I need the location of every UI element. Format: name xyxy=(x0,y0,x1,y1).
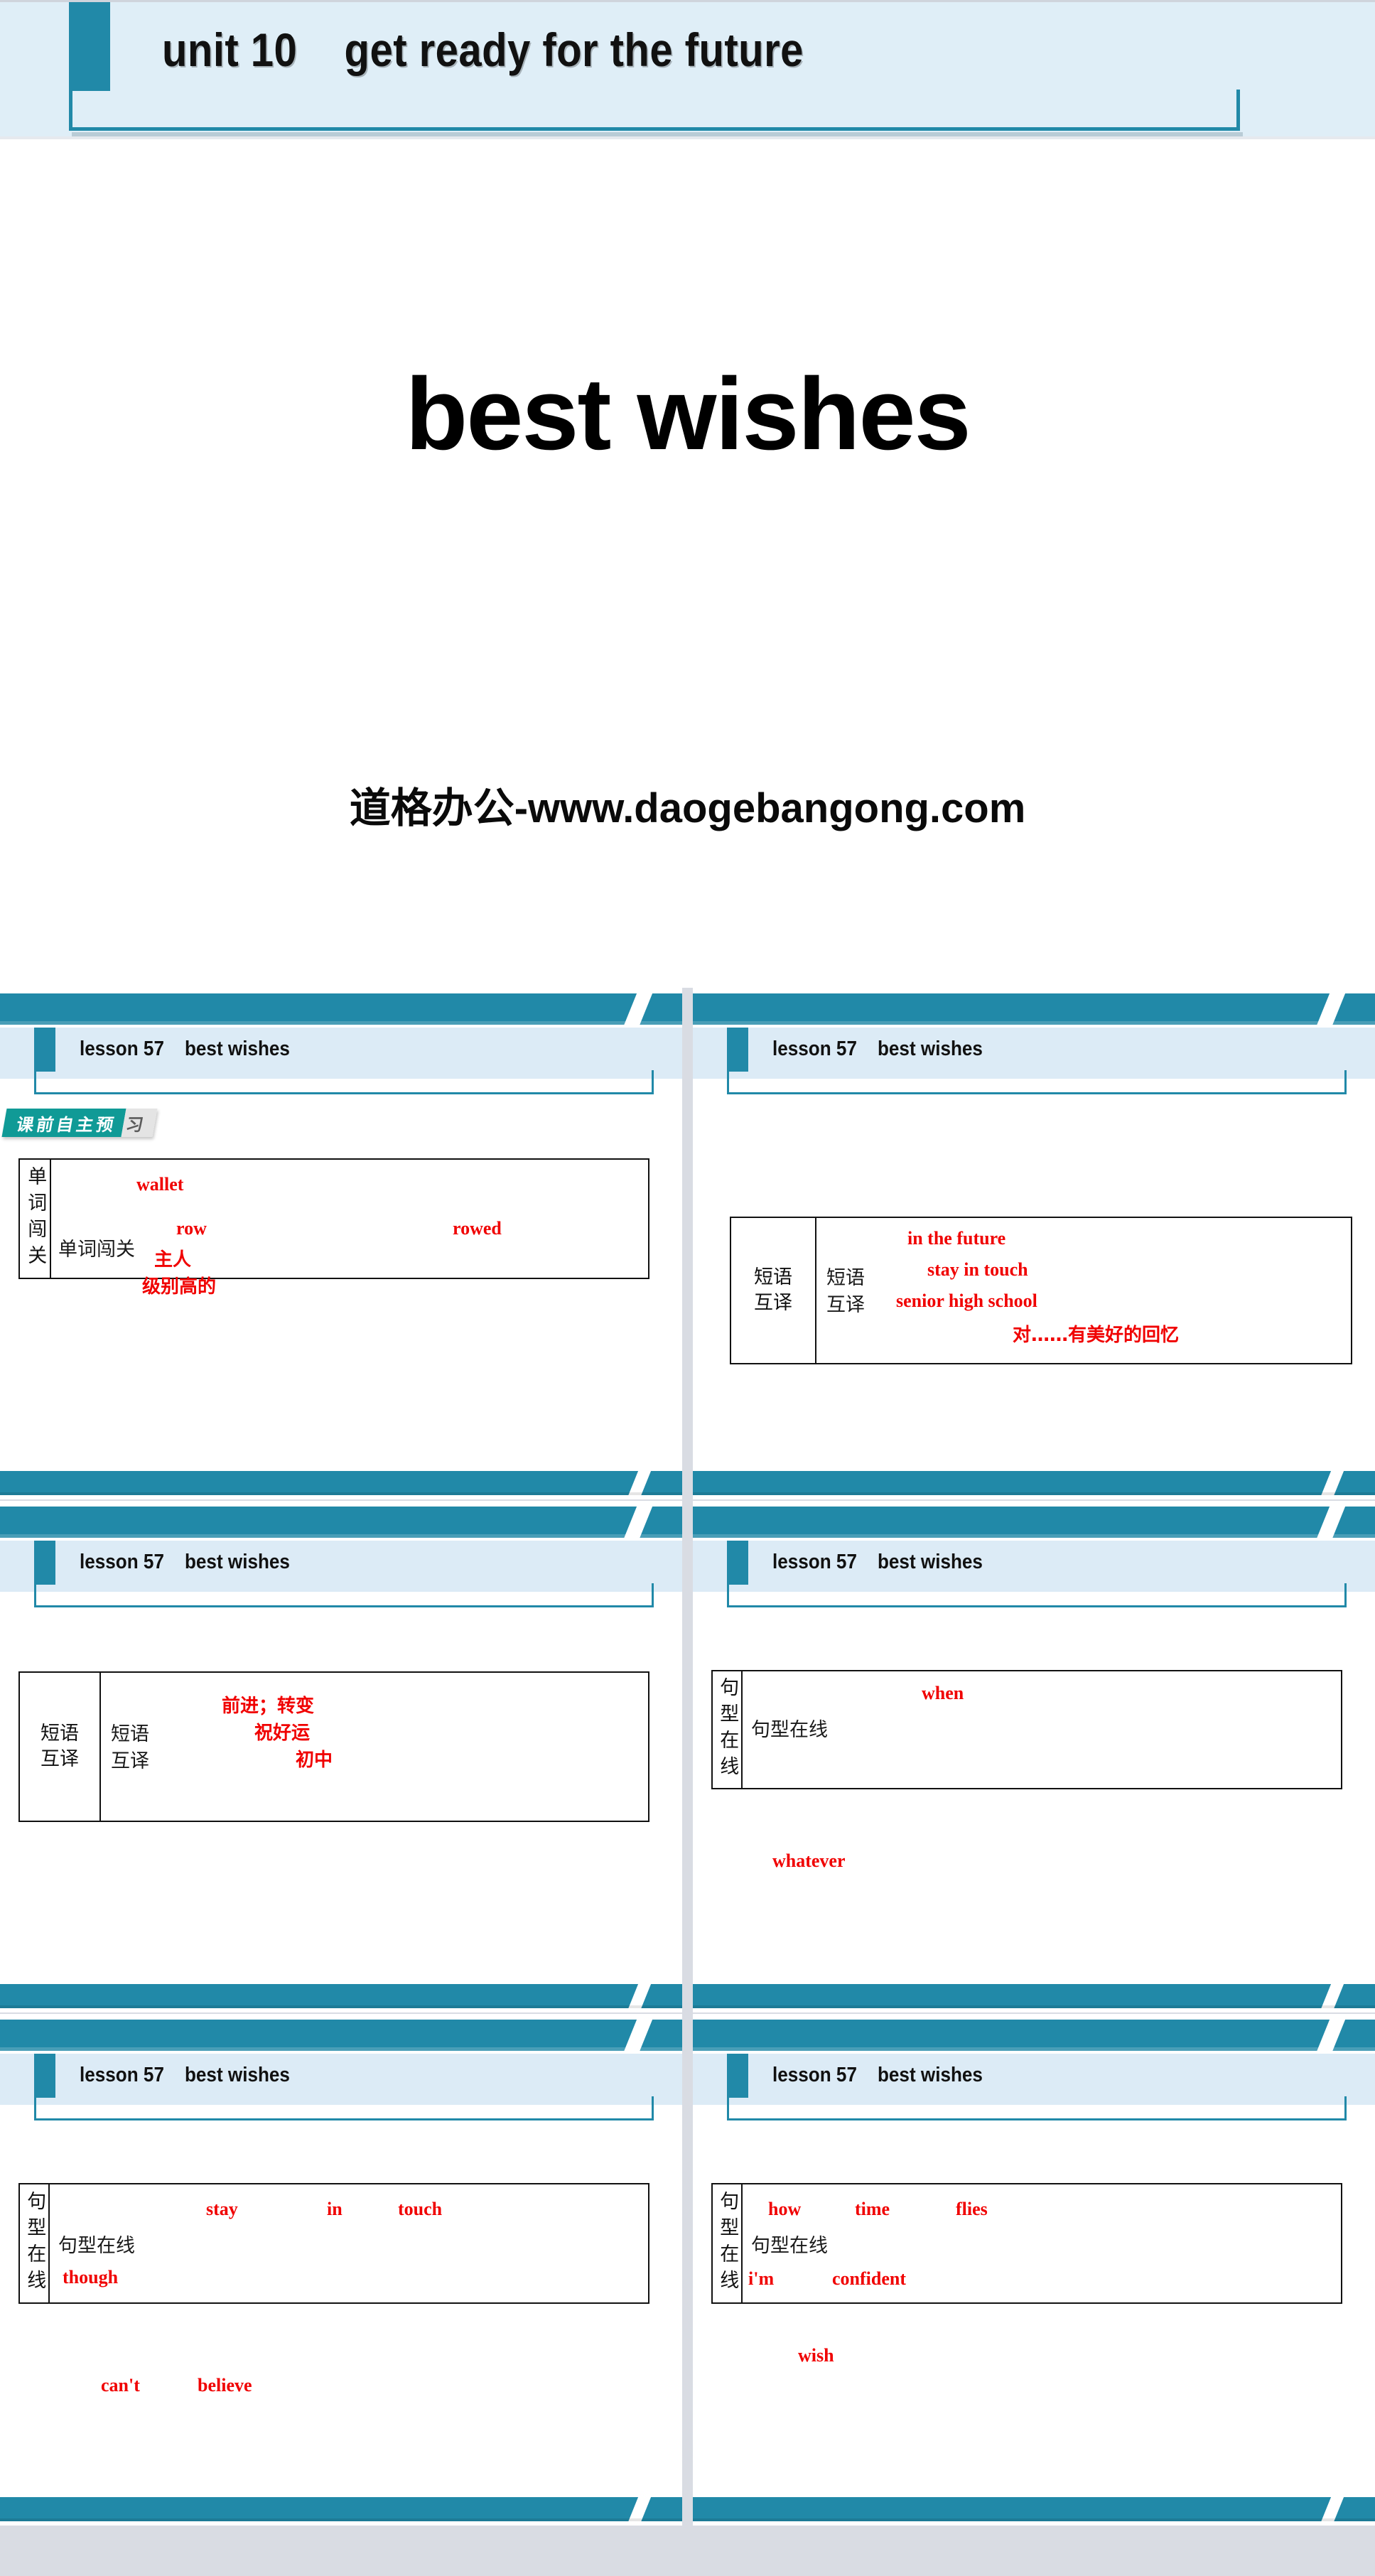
slide-thumbnail-3[interactable]: lesson 57 best wishes 短语 互译 短语 互译 前进；转变 … xyxy=(0,1501,682,2012)
slide-top-bar xyxy=(0,1507,682,1538)
table-left-label: 句型在线 xyxy=(713,1671,743,1788)
slide-title-frame xyxy=(34,1583,654,1607)
slide-accent-block xyxy=(34,2054,55,2098)
slide-thumbnail-4[interactable]: lesson 57 best wishes 句型在线 句型在线 when wha… xyxy=(693,1501,1375,2012)
slide-thumbnail-2[interactable]: lesson 57 best wishes 短语 互译 短语 互译 in the… xyxy=(693,988,1375,1499)
slide-title-frame xyxy=(727,2096,1347,2120)
slide-top-bar xyxy=(693,1507,1375,1538)
table-body-label: 短语 互译 xyxy=(111,1723,149,1772)
answer-text: stay in touch xyxy=(927,1259,1028,1280)
slide-top-bar xyxy=(693,993,1375,1025)
loose-answer-text: whatever xyxy=(772,1850,846,1871)
answer-text: 对……有美好的回忆 xyxy=(1013,1325,1180,1346)
table-body: 句型在线 when xyxy=(743,1671,1341,1788)
table-body: 短语 互译 前进；转变 祝好运 初中 xyxy=(101,1673,648,1821)
section-badge-tail: 习 xyxy=(121,1109,158,1137)
slide-bottom-bar xyxy=(0,1471,682,1495)
table-left-label: 句型在线 xyxy=(713,2184,743,2302)
loose-answer-text: believe xyxy=(198,2375,252,2396)
title-frame xyxy=(69,90,1240,131)
answer-text: 级别高的 xyxy=(142,1276,217,1298)
table-left-label: 单词闯关 xyxy=(20,1160,51,1278)
slide-thumbnail-5[interactable]: lesson 57 best wishes 句型在线 句型在线 stay in … xyxy=(0,2014,682,2526)
slide-title-frame xyxy=(727,1070,1347,1094)
answer-text: 祝好运 xyxy=(254,1723,311,1744)
slide-bottom-bar xyxy=(0,2497,682,2521)
table-body: 句型在线 how time flies i'm confident xyxy=(743,2184,1341,2302)
slide-title: lesson 57 best wishes xyxy=(772,1551,983,1573)
loose-answer-text: can't xyxy=(101,2375,140,2396)
slide-title: lesson 57 best wishes xyxy=(80,1038,290,1060)
table-left-label: 句型在线 xyxy=(20,2184,50,2302)
answer-text: flies xyxy=(956,2199,988,2219)
table-body: 句型在线 stay in touch though xyxy=(50,2184,648,2302)
answer-text: touch xyxy=(398,2199,443,2219)
slide-title: lesson 57 best wishes xyxy=(80,1551,290,1573)
answer-text: 前进；转变 xyxy=(222,1696,315,1717)
table-body-label: 单词闯关 xyxy=(58,1239,135,1261)
title-slide: unit 10 get ready for the future best wi… xyxy=(0,0,1375,988)
answer-text: confident xyxy=(832,2268,906,2289)
page-title: best wishes xyxy=(405,357,971,471)
answer-text: time xyxy=(855,2199,890,2219)
answer-text: wallet xyxy=(136,1174,184,1195)
table-body-label: 句型在线 xyxy=(58,2235,135,2257)
table-body: 短语 互译 in the future stay in touch senior… xyxy=(816,1218,1351,1363)
watermark-text: 道格办公-www.daogebangong.com xyxy=(349,785,1026,831)
answer-text: 主人 xyxy=(154,1249,192,1271)
slide-title: lesson 57 best wishes xyxy=(772,1038,983,1060)
title-frame-shadow xyxy=(72,132,1243,136)
section-badge: 课前自主预 习 xyxy=(1,1109,158,1137)
slide-accent-block xyxy=(727,2054,748,2098)
slide-bottom-bar xyxy=(693,1471,1375,1495)
unit-heading: unit 10 get ready for the future xyxy=(162,23,804,76)
slide-accent-block xyxy=(727,1028,748,1072)
slide-accent-block xyxy=(34,1541,55,1585)
answer-text: i'm xyxy=(748,2268,775,2289)
table-left-label: 短语 互译 xyxy=(731,1218,816,1363)
slide-thumbnail-6[interactable]: lesson 57 best wishes 句型在线 句型在线 how time… xyxy=(693,2014,1375,2526)
table-body-label: 句型在线 xyxy=(751,2235,828,2257)
sentence-table: 句型在线 句型在线 stay in touch though xyxy=(18,2183,649,2304)
section-badge-main: 课前自主预 xyxy=(1,1109,126,1137)
answer-text: in xyxy=(327,2199,343,2219)
table-body: 单词闯关 wallet row rowed 主人 级别高的 xyxy=(51,1160,648,1298)
slide-title: lesson 57 best wishes xyxy=(80,2064,290,2086)
answer-text: senior high school xyxy=(896,1290,1037,1311)
answer-text: in the future xyxy=(907,1228,1006,1249)
slide-bottom-bar xyxy=(0,1984,682,2008)
title-accent-block xyxy=(69,2,110,91)
phrase-table: 短语 互译 短语 互译 前进；转变 祝好运 初中 xyxy=(18,1671,649,1822)
slide-accent-block xyxy=(727,1541,748,1585)
word-table: 单词闯关 单词闯关 wallet row rowed 主人 级别高的 xyxy=(18,1158,649,1298)
answer-text: though xyxy=(63,2267,119,2287)
answer-text: rowed xyxy=(453,1218,502,1239)
slide-title-frame xyxy=(727,1583,1347,1607)
slide-title: lesson 57 best wishes xyxy=(772,2064,983,2086)
slide-thumbnail-1[interactable]: lesson 57 best wishes 课前自主预 习 单词闯关 单词闯关 … xyxy=(0,988,682,1499)
slide-title-frame xyxy=(34,1070,654,1094)
phrase-table: 短语 互译 短语 互译 in the future stay in touch … xyxy=(730,1217,1352,1364)
sentence-table: 句型在线 句型在线 when xyxy=(711,1670,1342,1789)
slide-top-bar xyxy=(0,2020,682,2051)
slide-bottom-bar xyxy=(693,1984,1375,2008)
slide-bottom-bar xyxy=(693,2497,1375,2521)
loose-answer-text: wish xyxy=(798,2345,834,2366)
answer-text: 初中 xyxy=(296,1750,333,1771)
slide-accent-block xyxy=(34,1028,55,1072)
answer-text: row xyxy=(176,1218,207,1239)
table-body-label: 句型在线 xyxy=(751,1719,828,1741)
slide-top-bar xyxy=(0,993,682,1025)
answer-text: how xyxy=(768,2199,802,2219)
slide-grid: lesson 57 best wishes 课前自主预 习 单词闯关 单词闯关 … xyxy=(0,988,1375,2576)
answer-text: when xyxy=(922,1683,964,1703)
sentence-table: 句型在线 句型在线 how time flies i'm confident xyxy=(711,2183,1342,2304)
slide-top-bar xyxy=(693,2020,1375,2051)
answer-text: stay xyxy=(206,2199,238,2219)
slide-title-frame xyxy=(34,2096,654,2120)
table-left-label: 短语 互译 xyxy=(20,1673,101,1821)
table-body-label: 短语 互译 xyxy=(826,1267,865,1316)
